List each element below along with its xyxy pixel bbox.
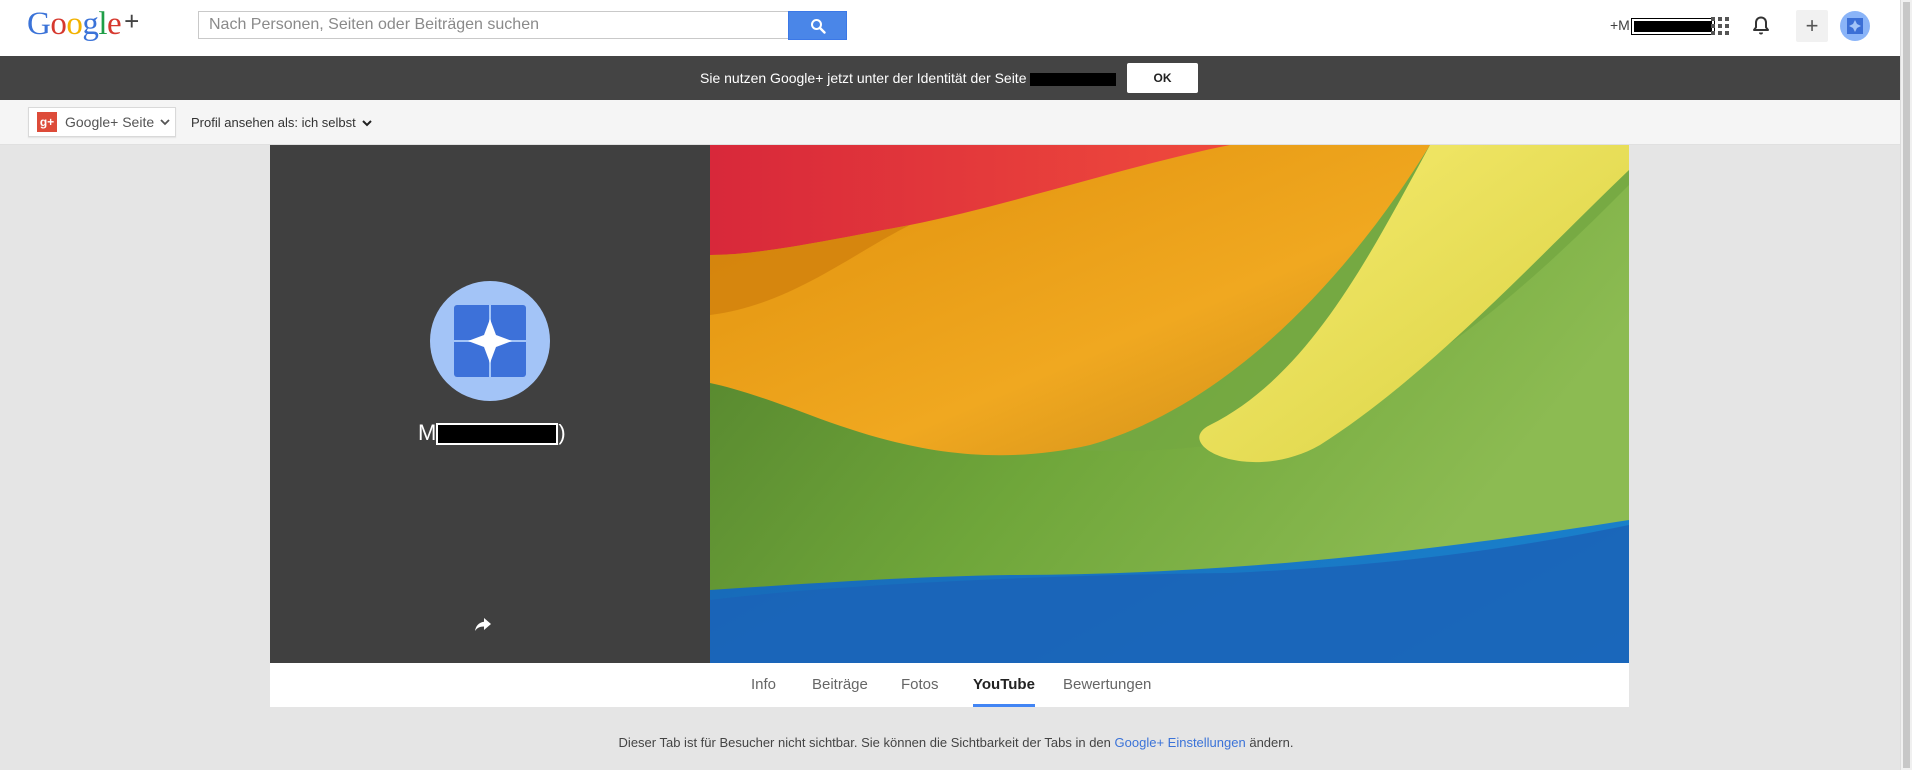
tab-bewertungen[interactable]: Bewertungen	[1063, 663, 1151, 707]
profile-name-suffix: )	[558, 420, 566, 445]
profile-name-prefix: M	[418, 420, 437, 445]
google-plus-logo[interactable]: Google +	[27, 4, 139, 44]
bell-icon[interactable]	[1748, 13, 1774, 39]
page-switcher-dropdown[interactable]: g+ Google+ Seite	[28, 107, 176, 137]
view-as-value: ich selbst	[301, 115, 356, 130]
logo-letter: o	[50, 6, 67, 42]
hint-text-after: ändern.	[1249, 735, 1294, 750]
tab-visibility-hint: Dieser Tab ist für Besucher nicht sichtb…	[0, 735, 1912, 750]
account-name-link[interactable]: +M	[1610, 14, 1715, 36]
cover-photo[interactable]	[710, 145, 1629, 663]
search-icon	[810, 18, 826, 34]
apps-grid-icon[interactable]	[1707, 13, 1733, 39]
profile-identity-panel: M)	[270, 145, 710, 663]
redacted-name	[1630, 17, 1715, 35]
logo-plus: +	[124, 6, 139, 36]
profile-avatar[interactable]	[430, 281, 550, 401]
redacted-profile-name	[436, 423, 559, 446]
tab-beitraege[interactable]: Beiträge	[812, 663, 868, 707]
identity-notice-text: Sie nutzen Google+ jetzt unter der Ident…	[700, 56, 1117, 100]
plus-icon[interactable]: +	[1796, 10, 1828, 42]
profile-name: M)	[418, 419, 566, 447]
logo-letter: o	[66, 6, 83, 42]
profile-tabs: Info Beiträge Fotos YouTube Bewertungen	[270, 663, 1629, 707]
ok-button[interactable]: OK	[1127, 63, 1198, 93]
tab-info[interactable]: Info	[751, 663, 776, 707]
page-scrollbar[interactable]	[1900, 0, 1912, 770]
view-as-label: Profil ansehen als:	[191, 115, 298, 130]
account-name-prefix: +M	[1610, 17, 1630, 33]
chevron-down-icon	[160, 118, 170, 125]
top-bar: Google + Nach Personen, Seiten oder Beitr…	[0, 0, 1900, 57]
page-logo-icon	[454, 305, 526, 377]
google-plus-icon: g+	[37, 112, 57, 132]
logo-letter: l	[98, 6, 108, 42]
tab-fotos[interactable]: Fotos	[901, 663, 939, 707]
avatar[interactable]	[1840, 11, 1870, 41]
search-input[interactable]: Nach Personen, Seiten oder Beiträgen suc…	[198, 11, 788, 39]
hint-text-before: Dieser Tab ist für Besucher nicht sichtb…	[618, 735, 1111, 750]
logo-letter: e	[107, 6, 122, 42]
search-button[interactable]	[788, 11, 847, 40]
page-switcher-label: Google+ Seite	[65, 114, 155, 130]
logo-letter: G	[27, 6, 51, 42]
share-icon[interactable]	[472, 613, 494, 635]
logo-letter: g	[82, 6, 99, 42]
redacted-page-name	[1030, 72, 1117, 86]
chevron-down-icon	[362, 120, 373, 127]
notice-message: Sie nutzen Google+ jetzt unter der Ident…	[700, 70, 1027, 86]
search-placeholder: Nach Personen, Seiten oder Beiträgen suc…	[209, 16, 539, 33]
settings-link[interactable]: Google+ Einstellungen	[1115, 735, 1246, 750]
identity-notice-bar: Sie nutzen Google+ jetzt unter der Ident…	[0, 56, 1900, 100]
cover-image	[710, 145, 1629, 663]
view-profile-as-dropdown[interactable]: Profil ansehen als: ich selbst	[191, 112, 373, 134]
scrollbar-thumb[interactable]	[1903, 2, 1910, 768]
tab-youtube[interactable]: YouTube	[973, 663, 1035, 707]
